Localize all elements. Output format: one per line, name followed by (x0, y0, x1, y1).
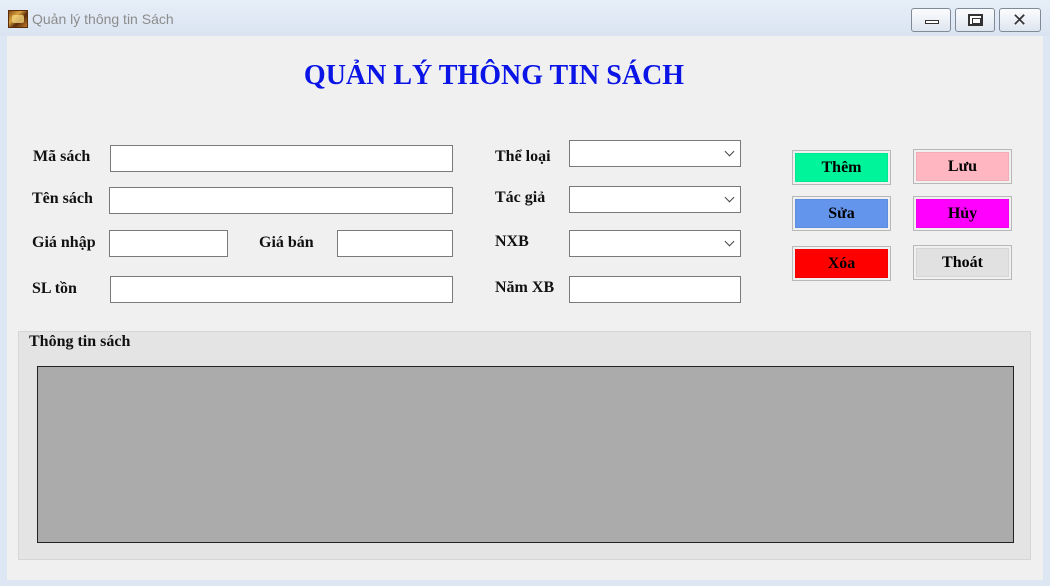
title-bar[interactable]: Quản lý thông tin Sách ✕ (0, 0, 1050, 36)
gia-nhap-label: Giá nhập (32, 234, 96, 251)
form-client-area: QUẢN LÝ THÔNG TIN SÁCH Mã sách Tên sách … (7, 36, 1043, 580)
maximize-button[interactable] (955, 8, 995, 32)
nxb-label: NXB (495, 233, 529, 250)
chevron-down-icon[interactable] (724, 192, 735, 203)
ten-sach-input[interactable] (109, 187, 453, 214)
the-loai-combobox[interactable] (569, 140, 741, 167)
huy-button[interactable]: Hủy (913, 196, 1012, 231)
ma-sach-input[interactable] (110, 145, 453, 172)
window-title: Quản lý thông tin Sách (32, 11, 174, 27)
xoa-button-label: Xóa (795, 249, 888, 278)
sua-button[interactable]: Sửa (792, 196, 891, 231)
page-title: QUẢN LÝ THÔNG TIN SÁCH (303, 60, 685, 91)
xoa-button[interactable]: Xóa (792, 246, 891, 281)
thoat-button-label: Thoát (916, 248, 1009, 277)
gia-nhap-input[interactable] (109, 230, 228, 257)
thoat-button[interactable]: Thoát (913, 245, 1012, 280)
sl-ton-label: SL tồn (32, 280, 77, 297)
app-books-icon (8, 10, 28, 28)
them-button[interactable]: Thêm (792, 150, 891, 185)
tac-gia-label: Tác giả (495, 189, 546, 206)
chevron-down-icon[interactable] (724, 146, 735, 157)
tac-gia-combobox[interactable] (569, 186, 741, 213)
chevron-down-icon[interactable] (724, 236, 735, 247)
minimize-icon (925, 20, 939, 24)
nam-xb-input[interactable] (569, 276, 741, 303)
close-icon: ✕ (1012, 10, 1028, 31)
them-button-label: Thêm (795, 153, 888, 182)
thong-tin-sach-groupbox: Thông tin sách (18, 331, 1031, 560)
nxb-combobox[interactable] (569, 230, 741, 257)
groupbox-title: Thông tin sách (29, 333, 131, 350)
luu-button-label: Lưu (916, 152, 1009, 181)
luu-button[interactable]: Lưu (913, 149, 1012, 184)
close-button[interactable]: ✕ (999, 8, 1041, 32)
books-data-grid[interactable] (37, 366, 1014, 543)
gia-ban-input[interactable] (337, 230, 453, 257)
the-loai-label: Thể loại (495, 148, 551, 165)
nam-xb-label: Năm XB (495, 279, 555, 296)
minimize-button[interactable] (911, 8, 951, 32)
sua-button-label: Sửa (795, 199, 888, 228)
sl-ton-input[interactable] (110, 276, 453, 303)
gia-ban-label: Giá bán (259, 234, 314, 251)
huy-button-label: Hủy (916, 199, 1009, 228)
maximize-icon (968, 14, 983, 26)
ma-sach-label: Mã sách (33, 148, 91, 165)
ten-sach-label: Tên sách (32, 190, 93, 207)
